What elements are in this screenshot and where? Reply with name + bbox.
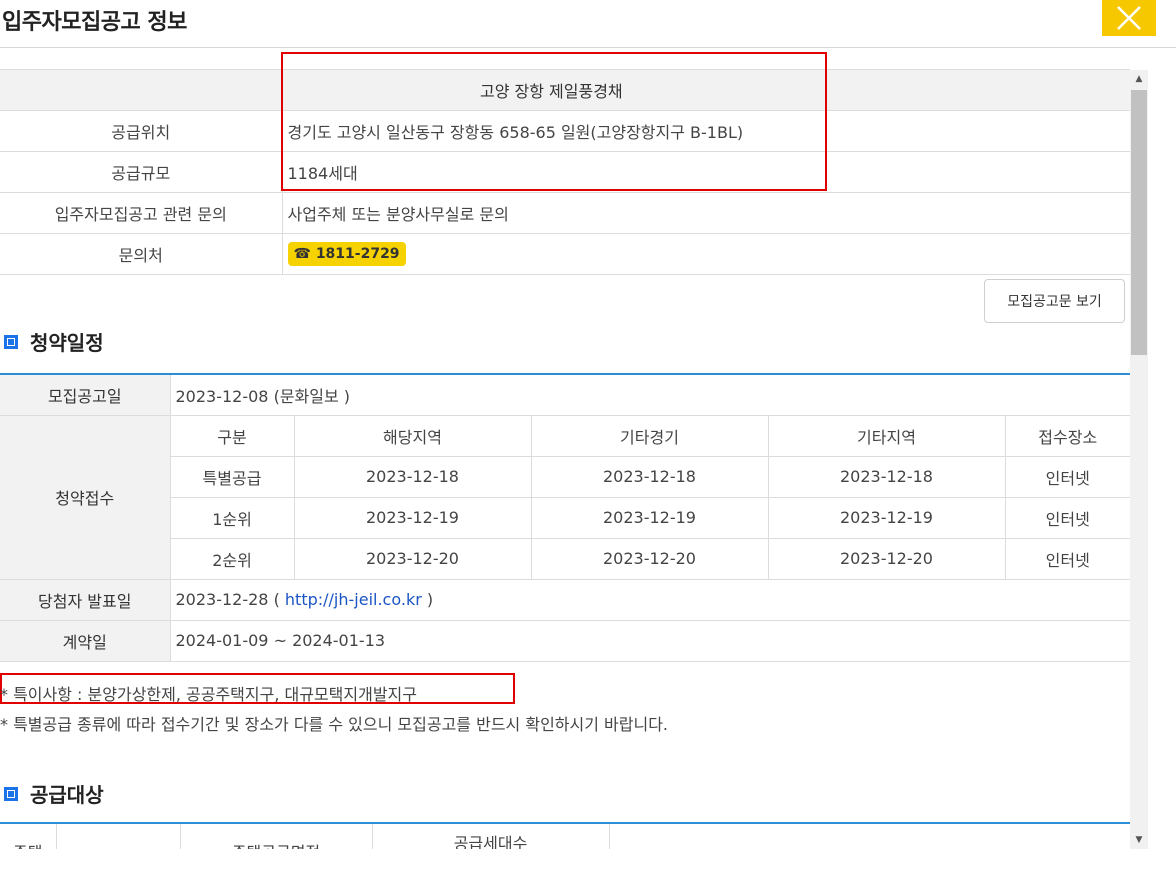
schedule-heading: 청약일정 bbox=[4, 327, 104, 356]
supply-col-units: 공급세대수 bbox=[372, 823, 610, 849]
scroll-down-arrow-icon[interactable]: ▼ bbox=[1130, 831, 1148, 849]
contract-row: 계약일 2024-01-09 ~ 2024-01-13 bbox=[0, 620, 1130, 662]
complex-name-blank bbox=[0, 69, 282, 111]
col-other-gyeonggi: 기타경기 bbox=[531, 415, 769, 457]
schedule-cell: 1순위 bbox=[170, 497, 295, 539]
close-button[interactable] bbox=[1102, 0, 1156, 36]
supply-heading: 공급대상 bbox=[4, 779, 104, 808]
col-other-region: 기타지역 bbox=[768, 415, 1006, 457]
winner-row: 당첨자 발표일 2023-12-28 ( http://jh-jeil.co.k… bbox=[0, 579, 1130, 621]
dialog-title: 입주자모집공고 정보 bbox=[2, 10, 187, 35]
schedule-cell: 2023-12-19 bbox=[768, 497, 1006, 539]
schedule-cell: 2023-12-18 bbox=[294, 456, 532, 498]
close-icon bbox=[1117, 6, 1141, 30]
schedule-cell: 2023-12-19 bbox=[294, 497, 532, 539]
schedule-cell: 인터넷 bbox=[1005, 497, 1130, 539]
col-category: 구분 bbox=[170, 415, 295, 457]
winner-value: 2023-12-28 ( http://jh-jeil.co.kr ) bbox=[170, 579, 1130, 621]
schedule-cell: 2023-12-19 bbox=[531, 497, 769, 539]
section-square-icon bbox=[4, 786, 18, 801]
winner-close: ) bbox=[426, 590, 434, 609]
supply-col-rest bbox=[609, 823, 1130, 849]
scroll-up-arrow-icon[interactable]: ▲ bbox=[1130, 70, 1148, 88]
winner-label: 당첨자 발표일 bbox=[0, 579, 171, 621]
contract-label: 계약일 bbox=[0, 620, 171, 662]
highlight-box-complex bbox=[281, 52, 827, 191]
inquiry-value: 사업주체 또는 분양사무실로 문의 bbox=[282, 192, 1130, 234]
dialog-content[interactable]: 고양 장항 제일풍경채 공급위치 경기도 고양시 일산동구 장항동 658-65… bbox=[0, 49, 1130, 849]
inquiry-label: 입주자모집공고 관련 문의 bbox=[0, 192, 283, 234]
schedule-heading-text: 청약일정 bbox=[30, 331, 104, 355]
vertical-scrollbar[interactable]: ▲ ▼ bbox=[1130, 70, 1148, 849]
schedule-cell: 2순위 bbox=[170, 538, 295, 580]
contact-row: 문의처 ☎ 1811-2729 bbox=[0, 233, 1130, 275]
col-local: 해당지역 bbox=[294, 415, 532, 457]
special-supply-note: * 특별공급 종류에 따라 접수기간 및 장소가 다를 수 있으니 모집공고를 … bbox=[0, 715, 669, 734]
supply-table: 주택 주택공급면적 공급세대수 bbox=[0, 822, 1130, 849]
schedule-cell: 2023-12-20 bbox=[768, 538, 1006, 580]
announcement-value: 2023-12-08 (문화일보 ) bbox=[170, 374, 1130, 416]
contract-value: 2024-01-09 ~ 2024-01-13 bbox=[170, 620, 1130, 662]
col-place: 접수장소 bbox=[1005, 415, 1130, 457]
contact-label: 문의처 bbox=[0, 233, 283, 275]
schedule-cell: 인터넷 bbox=[1005, 456, 1130, 498]
supply-location-label: 공급위치 bbox=[0, 110, 283, 152]
view-notice-button[interactable]: 모집공고문 보기 bbox=[984, 279, 1125, 323]
schedule-cell: 2023-12-18 bbox=[768, 456, 1006, 498]
reception-label: 청약접수 bbox=[0, 415, 171, 580]
schedule-cell: 2023-12-20 bbox=[531, 538, 769, 580]
supply-header-row: 주택 주택공급면적 공급세대수 bbox=[0, 823, 1130, 849]
inquiry-row: 입주자모집공고 관련 문의 사업주체 또는 분양사무실로 문의 bbox=[0, 192, 1130, 234]
schedule-cell: 특별공급 bbox=[170, 456, 295, 498]
supply-col-housing: 주택 bbox=[0, 823, 57, 849]
supply-col-area: 주택공급면적 bbox=[180, 823, 373, 849]
schedule-row: 1순위 2023-12-19 2023-12-19 2023-12-19 인터넷 bbox=[0, 497, 1130, 539]
reception-header-row: 청약접수 구분 해당지역 기타경기 기타지역 접수장소 bbox=[0, 415, 1130, 580]
supply-scale-label: 공급규모 bbox=[0, 151, 283, 193]
scroll-thumb[interactable] bbox=[1131, 90, 1147, 355]
schedule-cell: 인터넷 bbox=[1005, 538, 1130, 580]
schedule-cell: 2023-12-18 bbox=[531, 456, 769, 498]
winner-link[interactable]: http://jh-jeil.co.kr bbox=[285, 590, 422, 609]
section-square-icon bbox=[4, 334, 18, 349]
announcement-label: 모집공고일 bbox=[0, 374, 171, 416]
supply-heading-text: 공급대상 bbox=[30, 783, 104, 807]
dialog-titlebar: 입주자모집공고 정보 bbox=[0, 0, 1176, 48]
schedule-row: 2순위 2023-12-20 2023-12-20 2023-12-20 인터넷 bbox=[0, 538, 1130, 580]
schedule-table: 모집공고일 2023-12-08 (문화일보 ) 청약접수 구분 해당지역 기타… bbox=[0, 373, 1130, 662]
contact-phone-badge[interactable]: ☎ 1811-2729 bbox=[287, 242, 406, 266]
supply-col-blank bbox=[56, 823, 181, 849]
announcement-row: 모집공고일 2023-12-08 (문화일보 ) bbox=[0, 374, 1130, 416]
winner-date: 2023-12-28 ( bbox=[175, 590, 280, 609]
schedule-row: 특별공급 2023-12-18 2023-12-18 2023-12-18 인터… bbox=[0, 456, 1130, 498]
special-note: * 특이사항 : 분양가상한제, 공공주택지구, 대규모택지개발지구 bbox=[0, 685, 417, 704]
schedule-cell: 2023-12-20 bbox=[294, 538, 532, 580]
